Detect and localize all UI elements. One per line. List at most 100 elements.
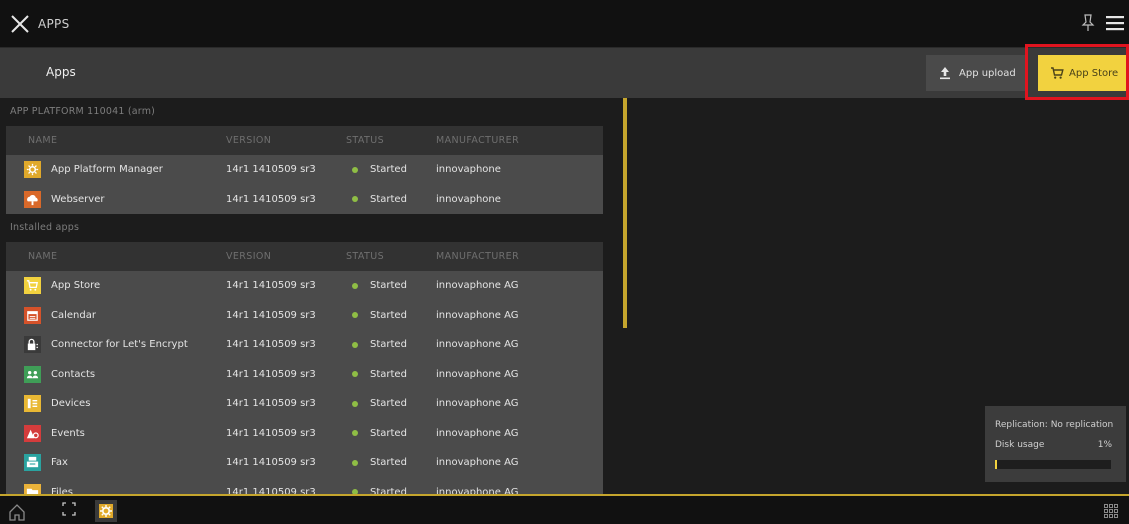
disk-usage-value: 1% bbox=[1097, 440, 1112, 450]
app-manufacturer: innovaphone AG bbox=[436, 280, 519, 292]
app-name-cell: Connector for Let's Encrypt bbox=[6, 336, 226, 354]
installed-rows: App Store 14r1 1410509 sr3 Started innovaph… bbox=[6, 271, 623, 494]
column-status: STATUS bbox=[346, 135, 385, 146]
gear-icon bbox=[99, 504, 113, 518]
lock-icon bbox=[24, 336, 41, 354]
app-status-text: Started bbox=[370, 427, 407, 439]
devices-icon bbox=[24, 395, 41, 413]
app-store-button[interactable]: App Store bbox=[1038, 55, 1126, 91]
apps-header: Apps App upload App Store bbox=[0, 48, 1129, 98]
app-name-cell: Devices bbox=[6, 395, 226, 413]
app-name: Fax bbox=[51, 457, 68, 469]
table-row[interactable]: App Platform Manager 14r1 1410509 sr3 Star… bbox=[6, 155, 603, 185]
app-name: Contacts bbox=[51, 368, 96, 380]
close-icon[interactable] bbox=[10, 14, 30, 34]
platform-column-header: NAME VERSION STATUS MANUFACTURER bbox=[6, 126, 603, 155]
gear-icon bbox=[24, 161, 41, 179]
app-upload-label: App upload bbox=[959, 67, 1016, 79]
app-name: App Store bbox=[51, 280, 101, 292]
app-status-text: Started bbox=[370, 368, 407, 380]
list-scrollbar[interactable] bbox=[623, 98, 627, 328]
contacts-icon bbox=[24, 365, 41, 383]
home-icon[interactable] bbox=[8, 503, 26, 521]
app-status-text: Started bbox=[370, 486, 407, 494]
status-dot-icon bbox=[352, 196, 358, 203]
app-status: Started bbox=[346, 428, 436, 439]
app-manufacturer: innovaphone AG bbox=[436, 457, 519, 469]
table-row[interactable]: Devices 14r1 1410509 sr3 Started innovaphon… bbox=[6, 389, 603, 419]
app-name-cell: Fax bbox=[6, 454, 226, 472]
table-row[interactable]: App Store 14r1 1410509 sr3 Started innovaph… bbox=[6, 271, 603, 301]
app-version: 14r1 1410509 sr3 bbox=[226, 280, 316, 292]
column-status: STATUS bbox=[346, 251, 385, 262]
hamburger-menu-icon[interactable] bbox=[1106, 15, 1124, 31]
app-status-text: Started bbox=[370, 164, 407, 176]
app-grid-icon[interactable] bbox=[1104, 504, 1118, 518]
column-manufacturer: MANUFACTURER bbox=[436, 251, 520, 262]
app-name-cell: App Store bbox=[6, 277, 226, 295]
calendar-icon bbox=[24, 306, 41, 324]
app-status-text: Started bbox=[370, 457, 407, 469]
cart-icon bbox=[24, 277, 41, 295]
table-row[interactable]: Calendar 14r1 1410509 sr3 Started innovapho… bbox=[6, 300, 603, 330]
app-status: Started bbox=[346, 487, 436, 494]
app-status: Started bbox=[346, 164, 436, 175]
app-version: 14r1 1410509 sr3 bbox=[226, 457, 316, 469]
table-row[interactable]: Connector for Let's Encrypt 14r1 1410509 … bbox=[6, 330, 603, 360]
table-row[interactable]: Webserver 14r1 1410509 sr3 Started innovaph… bbox=[6, 184, 603, 214]
column-version: VERSION bbox=[226, 251, 272, 262]
app-name: App Platform Manager bbox=[51, 164, 163, 176]
app-manufacturer: innovaphone AG bbox=[436, 309, 519, 321]
active-app-button[interactable] bbox=[95, 500, 117, 522]
disk-usage-label: Disk usage bbox=[995, 440, 1045, 450]
status-dot-icon bbox=[352, 166, 358, 173]
cloud-icon bbox=[24, 190, 41, 208]
app-manufacturer: innovaphone AG bbox=[436, 368, 519, 380]
status-dot-icon bbox=[352, 400, 358, 407]
status-dot-icon bbox=[352, 430, 358, 437]
top-bar: APPS bbox=[0, 0, 1129, 48]
bottom-bar bbox=[0, 494, 1129, 524]
files-icon bbox=[24, 483, 41, 494]
disk-usage-bar bbox=[995, 460, 1111, 469]
app-name-cell: Calendar bbox=[6, 306, 226, 324]
table-row[interactable]: Contacts 14r1 1410509 sr3 Started innovapho… bbox=[6, 359, 603, 389]
column-name: NAME bbox=[28, 135, 58, 146]
app-status: Started bbox=[346, 369, 436, 380]
table-row[interactable]: Events 14r1 1410509 sr3 Started innovaphone… bbox=[6, 418, 603, 448]
app-version: 14r1 1410509 sr3 bbox=[226, 164, 316, 176]
app-status-text: Started bbox=[370, 339, 407, 351]
status-dot-icon bbox=[352, 341, 358, 348]
pin-icon[interactable] bbox=[1080, 13, 1096, 33]
app-name: Files bbox=[51, 486, 73, 494]
app-version: 14r1 1410509 sr3 bbox=[226, 486, 316, 494]
fax-icon bbox=[24, 454, 41, 472]
app-name-cell: Events bbox=[6, 424, 226, 442]
app-name-cell: Files bbox=[6, 483, 226, 494]
column-manufacturer: MANUFACTURER bbox=[436, 135, 520, 146]
app-status-text: Started bbox=[370, 309, 407, 321]
app-version: 14r1 1410509 sr3 bbox=[226, 309, 316, 321]
table-row[interactable]: Files 14r1 1410509 sr3 Started innovaphone … bbox=[6, 477, 603, 494]
status-dot-icon bbox=[352, 371, 358, 378]
status-dot-icon bbox=[352, 459, 358, 466]
installed-section-label: Installed apps bbox=[10, 222, 80, 233]
app-name: Calendar bbox=[51, 309, 96, 321]
app-status: Started bbox=[346, 398, 436, 409]
app-status-text: Started bbox=[370, 280, 407, 292]
upload-icon bbox=[940, 67, 950, 80]
app-manufacturer: innovaphone AG bbox=[436, 398, 519, 410]
app-store-label: App Store bbox=[1069, 67, 1119, 79]
app-upload-button[interactable]: App upload bbox=[926, 55, 1028, 91]
app-version: 14r1 1410509 sr3 bbox=[226, 398, 316, 410]
cart-icon bbox=[1051, 67, 1064, 79]
app-name: Events bbox=[51, 427, 85, 439]
expand-icon[interactable] bbox=[62, 502, 76, 516]
status-dot-icon bbox=[352, 312, 358, 319]
app-manufacturer: innovaphone AG bbox=[436, 486, 519, 494]
apps-list: APP PLATFORM 110041 (arm) NAME VERSION S… bbox=[6, 98, 623, 494]
app-status: Started bbox=[346, 194, 436, 205]
table-row[interactable]: Fax 14r1 1410509 sr3 Started innovaphone AG bbox=[6, 448, 603, 478]
disk-usage-fill bbox=[995, 460, 998, 469]
app-name-cell: App Platform Manager bbox=[6, 161, 226, 179]
